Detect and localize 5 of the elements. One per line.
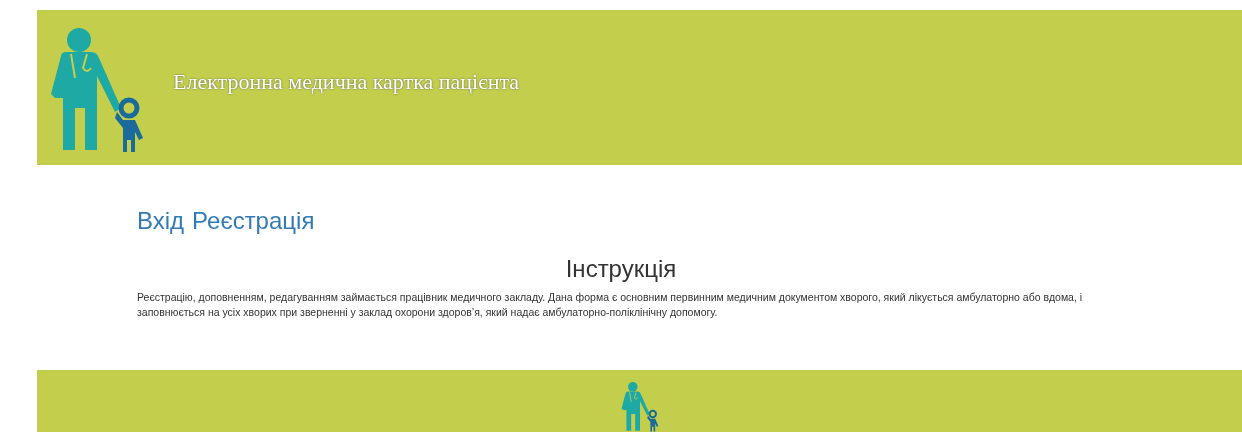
nav-link[interactable]: Вхід [137,203,185,239]
instruction-heading: Інструкція [564,255,678,284]
nav-link[interactable]: Реєстрація [192,203,315,239]
site-title: Електронна медична картка пацієнта [173,68,520,96]
instruction-text: Реєстрацію, доповненням, редагуванням займається працівник медичного закладу. Дана форма є основним первинним медичним документом хворого, який лікується амбулаторно або вдома, і заповнюється на усіх хворих при зверненні у заклад охорони здоров’я, який надає амбулаторно-поліклінічну допомогу. [137,289,1084,320]
